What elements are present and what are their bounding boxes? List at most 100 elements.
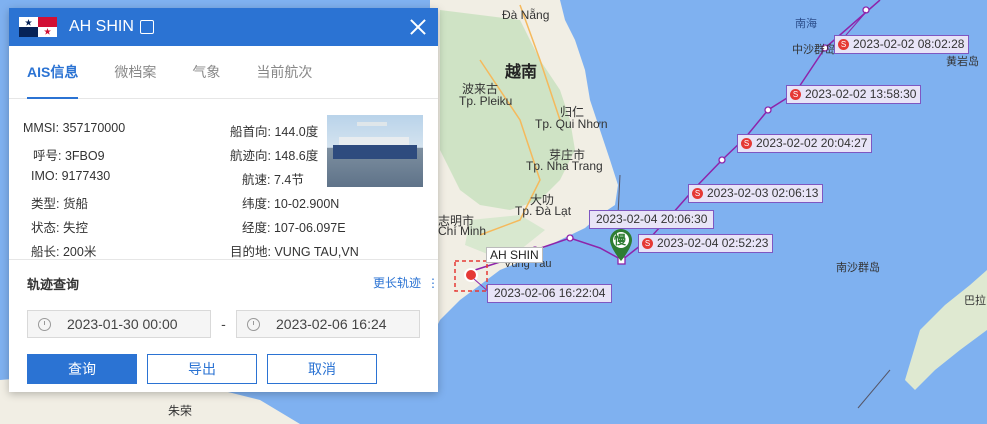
panel-header: AH SHIN bbox=[9, 8, 438, 46]
track-status-icon: S bbox=[642, 238, 653, 249]
track-query-title: 轨迹查询 bbox=[27, 277, 80, 292]
track-time-label[interactable]: S 2023-02-02 13:58:30 bbox=[786, 85, 922, 104]
info-value: 10-02.900N bbox=[273, 197, 340, 211]
info-value: VUNG TAU,VN bbox=[274, 245, 359, 259]
tab-weather[interactable]: 气象 bbox=[192, 46, 220, 98]
info-row-imo: IMO: 9177430 bbox=[31, 169, 110, 183]
info-key: 经度: bbox=[242, 221, 271, 235]
place-label: 越南 bbox=[505, 64, 538, 81]
track-time-text: 2023-02-02 08:02:28 bbox=[853, 37, 965, 51]
info-key: 状态: bbox=[31, 221, 60, 235]
place-label: 南沙群岛 bbox=[836, 262, 880, 274]
track-time-label[interactable]: S 2023-02-02 20:04:27 bbox=[737, 134, 873, 153]
track-time-label[interactable]: 2023-02-04 20:06:30 bbox=[589, 210, 715, 229]
info-key: 纬度: bbox=[242, 197, 271, 211]
place-label: 南海 bbox=[795, 18, 817, 30]
query-button[interactable]: 查询 bbox=[27, 354, 137, 384]
start-time-value: 2023-01-30 00:00 bbox=[67, 316, 178, 332]
track-point[interactable] bbox=[566, 234, 574, 242]
info-value: 200米 bbox=[62, 245, 97, 259]
track-status-icon: S bbox=[790, 89, 801, 100]
info-row-callsign: 呼号: 3FBO9 bbox=[33, 145, 105, 164]
track-status-icon: S bbox=[692, 188, 703, 199]
info-value: 144.0度 bbox=[274, 125, 319, 139]
place-label: Chí Minh bbox=[438, 224, 487, 238]
info-value: 3FBO9 bbox=[64, 149, 105, 163]
start-time-field[interactable]: 2023-01-30 00:00 bbox=[27, 310, 211, 338]
info-value: 357170000 bbox=[62, 121, 126, 135]
track-time-label[interactable]: S 2023-02-03 02:06:13 bbox=[688, 184, 824, 203]
info-row-speed: 航速: 7.4节 bbox=[242, 169, 304, 188]
date-range: 2023-01-30 00:00 - 2023-02-06 16:24 bbox=[27, 310, 420, 338]
place-label: 黄岩岛 bbox=[946, 56, 979, 68]
more-menu-icon[interactable]: ⋮ bbox=[427, 276, 439, 290]
place-label: Tp. Qui Nhơn bbox=[535, 117, 608, 131]
info-row-latitude: 纬度: 10-02.900N bbox=[242, 193, 339, 212]
ais-info-section: MMSI: 357170000 呼号: 3FBO9 IMO: 9177430 类… bbox=[9, 99, 438, 259]
track-point[interactable] bbox=[718, 156, 726, 164]
info-key: 类型: bbox=[31, 197, 60, 211]
info-key: 船长: bbox=[31, 245, 60, 259]
track-time-text: 2023-02-02 13:58:30 bbox=[805, 87, 917, 101]
track-time-label[interactable]: S 2023-02-04 02:52:23 bbox=[638, 234, 774, 253]
info-key: 船首向: bbox=[230, 125, 271, 139]
info-row-mmsi: MMSI: 357170000 bbox=[23, 121, 125, 135]
info-value: 7.4节 bbox=[273, 173, 304, 187]
tab-micro-archive[interactable]: 微档案 bbox=[114, 46, 156, 98]
panama-flag-icon bbox=[19, 17, 57, 37]
vessel-name: AH SHIN bbox=[69, 18, 134, 35]
info-key: 航迹向: bbox=[230, 149, 271, 163]
longer-track-text: 更长轨迹 bbox=[372, 276, 421, 290]
info-key: 目的地: bbox=[230, 245, 271, 259]
place-label: 中沙群岛 bbox=[792, 44, 836, 56]
info-row-course: 航迹向: 148.6度 bbox=[230, 145, 318, 164]
tab-ais-info[interactable]: AIS信息 bbox=[27, 46, 79, 99]
end-time-field[interactable]: 2023-02-06 16:24 bbox=[236, 310, 420, 338]
info-row-longitude: 经度: 107-06.097E bbox=[242, 217, 346, 236]
track-time-label[interactable]: 2023-02-06 16:22:04 bbox=[487, 284, 613, 303]
track-time-text: 2023-02-02 20:04:27 bbox=[756, 136, 868, 150]
edit-icon[interactable] bbox=[139, 20, 154, 34]
vessel-info-panel: AH SHIN AIS信息 微档案 气象 当前航次 MMSI: 35717000… bbox=[9, 8, 439, 392]
info-value: 148.6度 bbox=[274, 149, 319, 163]
ship-position-icon[interactable] bbox=[464, 268, 478, 282]
close-icon[interactable] bbox=[410, 19, 426, 35]
panel-tabs: AIS信息 微档案 气象 当前航次 bbox=[9, 46, 438, 99]
info-key: 呼号: bbox=[33, 149, 62, 163]
info-key: MMSI: bbox=[23, 121, 60, 135]
place-label: Tp. Nha Trang bbox=[526, 159, 603, 173]
info-row-destination: 目的地: VUNG TAU,VN bbox=[230, 241, 359, 260]
info-value: 货船 bbox=[62, 197, 88, 211]
track-time-text: 2023-02-03 02:06:13 bbox=[707, 186, 819, 200]
info-value: 9177430 bbox=[61, 169, 111, 183]
info-key: IMO: bbox=[31, 169, 59, 183]
vessel-photo[interactable] bbox=[327, 115, 423, 187]
info-value: 失控 bbox=[62, 221, 88, 235]
place-label: Tp. Pleiku bbox=[459, 94, 513, 108]
info-row-status: 状态: 失控 bbox=[31, 217, 88, 236]
export-button[interactable]: 导出 bbox=[147, 354, 257, 384]
info-row-type: 类型: 货船 bbox=[31, 193, 88, 212]
info-row-heading: 船首向: 144.0度 bbox=[230, 121, 318, 140]
slow-badge-text: 慢 bbox=[614, 233, 627, 247]
cancel-button[interactable]: 取消 bbox=[267, 354, 377, 384]
end-time-value: 2023-02-06 16:24 bbox=[276, 316, 387, 332]
longer-track-link[interactable]: 更长轨迹 ⋮ bbox=[372, 274, 439, 291]
track-time-label[interactable]: S 2023-02-02 08:02:28 bbox=[834, 35, 970, 54]
ship-name-map-label[interactable]: AH SHIN bbox=[486, 247, 543, 263]
place-label: 朱荣 bbox=[168, 404, 193, 418]
tab-current-voyage[interactable]: 当前航次 bbox=[256, 46, 312, 98]
info-key: 航速: bbox=[242, 173, 271, 187]
track-status-icon: S bbox=[741, 138, 752, 149]
info-value: 107-06.097E bbox=[273, 221, 346, 235]
track-point[interactable] bbox=[764, 106, 772, 114]
track-query-section: 轨迹查询 更长轨迹 ⋮ 2023-01-30 00:00 - 2023-02-06… bbox=[9, 260, 439, 384]
action-buttons: 查询 导出 取消 bbox=[27, 354, 420, 384]
track-status-icon: S bbox=[838, 39, 849, 50]
place-label: 巴拉 bbox=[964, 295, 986, 307]
clock-icon bbox=[38, 317, 51, 331]
clock-icon bbox=[247, 317, 260, 331]
place-label: Đà Nẵng bbox=[502, 8, 550, 22]
info-row-length: 船长: 200米 bbox=[31, 241, 96, 260]
range-separator: - bbox=[221, 316, 226, 332]
